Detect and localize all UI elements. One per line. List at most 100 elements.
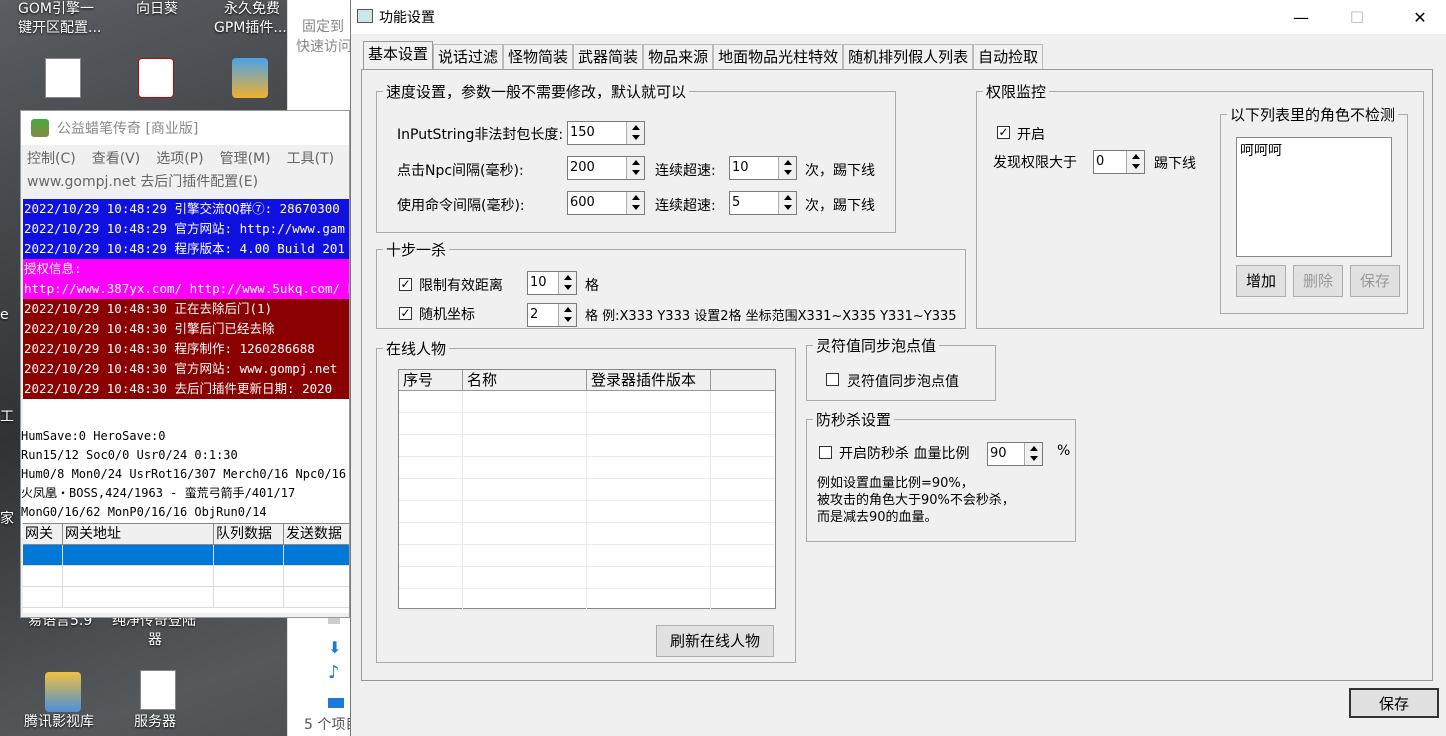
desktop-label[interactable]: 永久免费 [224, 0, 280, 19]
anti-kill-checkbox[interactable] [819, 446, 832, 459]
desktop-label[interactable]: 服务器 [134, 713, 176, 732]
gateway-header[interactable]: 网关 [23, 524, 63, 544]
lingfu-label: 灵符值同步泡点值 [847, 374, 959, 390]
stats-line: Run15/12 Soc0/0 Usr0/24 0:1:30 [21, 448, 238, 462]
menu-control[interactable]: 控制(C) [27, 148, 76, 168]
limit-distance-checkbox[interactable]: ✓ [399, 278, 412, 291]
table-row [399, 413, 775, 435]
desktop-label: 家 [0, 511, 14, 527]
tenstep-group-title: 十步一杀 [383, 239, 450, 260]
cmd-interval-spinbox[interactable]: 600 [567, 191, 645, 215]
menu-manage[interactable]: 管理(M) [220, 148, 271, 168]
dialog-titlebar[interactable]: 功能设置 — ☐ ✕ [351, 0, 1446, 34]
log-line: 2022/10/29 10:48:30 引擎后门已经去除 [23, 319, 349, 339]
tab-ground-effect[interactable]: 地面物品光柱特效 [713, 44, 844, 69]
minimize-button[interactable]: — [1278, 0, 1324, 34]
quick-access-label[interactable]: 快速访问 [296, 36, 352, 56]
perm-kick-label: 踢下线 [1154, 156, 1196, 172]
limit-distance-label: 限制有效距离 [419, 278, 503, 294]
refresh-online-button[interactable]: 刷新在线人物 [656, 625, 774, 657]
console-window: 公益蜡笔传奇 [商业版] 控制(C) 查看(V) 选项(P) 管理(M) 工具(… [20, 110, 350, 618]
plugin-config-menu[interactable]: www.gompj.net 去后门插件配置(E) [21, 171, 349, 191]
exempt-list[interactable]: 呵呵呵 [1236, 137, 1392, 257]
table-row[interactable] [23, 587, 349, 608]
inputstring-label: InPutString非法封包长度: [397, 127, 564, 143]
log-line: 2022/10/29 10:48:30 去后门插件更新日期: 2020 [23, 379, 349, 399]
gateway-header[interactable]: 队列数据 [214, 524, 284, 544]
pin-label[interactable]: 固定到 [302, 16, 344, 36]
tab-chat-filter[interactable]: 说话过滤 [433, 44, 504, 69]
random-coord-checkbox[interactable]: ✓ [399, 307, 412, 320]
tab-weapon[interactable]: 武器简装 [573, 44, 644, 69]
gateway-header[interactable]: 网关地址 [63, 524, 214, 544]
save-button[interactable]: 保存 [1349, 688, 1439, 718]
desktop-label[interactable]: 向日葵 [136, 0, 178, 19]
online-header[interactable]: 登录器插件版本 [587, 370, 711, 390]
table-row[interactable] [23, 545, 349, 566]
perm-detect-spinbox[interactable]: 0 [1093, 150, 1145, 174]
menu-options[interactable]: 选项(P) [156, 148, 203, 168]
npc-interval-label: 点击Npc间隔(毫秒): [397, 163, 524, 179]
npc-over-spinbox[interactable]: 10 [729, 156, 797, 180]
online-group-title: 在线人物 [383, 338, 450, 359]
online-list[interactable]: 序号 名称 登录器插件版本 [398, 369, 776, 611]
video-icon [328, 698, 344, 708]
npc-interval-spinbox[interactable]: 200 [567, 156, 645, 180]
cmd-over-spinbox[interactable]: 5 [729, 191, 797, 215]
text-file-icon[interactable] [45, 58, 81, 98]
desktop-label[interactable]: 腾讯影视库 [24, 713, 94, 732]
table-row[interactable] [23, 566, 349, 587]
percent-label: % [1057, 443, 1071, 459]
delete-button[interactable]: 删除 [1293, 265, 1343, 297]
inputstring-spinbox[interactable]: 150 [567, 121, 645, 145]
random-coord-spinbox[interactable]: 2 [527, 303, 577, 327]
app-icon[interactable] [138, 58, 174, 98]
desktop-label[interactable]: GOM引擎一 [18, 0, 94, 19]
text-file-icon[interactable] [140, 670, 176, 710]
gateway-header[interactable]: 发送数据 [284, 524, 349, 544]
tab-monster[interactable]: 怪物简装 [503, 44, 574, 69]
lingfu-checkbox[interactable] [826, 373, 839, 386]
menu-tools[interactable]: 工具(T) [287, 148, 334, 168]
table-row [399, 567, 775, 589]
online-group: 在线人物 序号 名称 登录器插件版本 刷新在线人物 [376, 338, 796, 663]
close-button[interactable]: ✕ [1397, 0, 1443, 34]
exempt-group: 以下列表里的角色不检测 呵呵呵 增加 删除 保存 [1220, 104, 1408, 314]
save-list-button[interactable]: 保存 [1350, 265, 1400, 297]
console-title: 公益蜡笔传奇 [商业版] [57, 121, 199, 137]
desktop-label[interactable]: 器 [148, 631, 162, 650]
shortcut-icon[interactable] [45, 672, 81, 712]
anti-kill-group-title: 防秒杀设置 [813, 409, 895, 430]
maximize-button[interactable]: ☐ [1334, 0, 1380, 34]
tab-basic[interactable]: 基本设置 [363, 41, 434, 69]
console-titlebar[interactable]: 公益蜡笔传奇 [商业版] [21, 111, 349, 145]
stats-line: HumSave:0 HeroSave:0 [21, 429, 166, 443]
list-item[interactable]: 呵呵呵 [1240, 140, 1388, 160]
table-row [399, 435, 775, 457]
archive-icon[interactable] [232, 58, 268, 98]
limit-unit-label: 格 [585, 278, 599, 294]
menu-view[interactable]: 查看(V) [92, 148, 141, 168]
tab-fake-players[interactable]: 随机排列假人列表 [843, 44, 974, 69]
lingfu-group-title: 灵符值同步泡点值 [813, 335, 940, 356]
table-row [399, 523, 775, 545]
dialog-title: 功能设置 [379, 10, 435, 26]
limit-distance-spinbox[interactable]: 10 [527, 271, 577, 295]
online-header[interactable]: 名称 [463, 370, 587, 390]
hp-ratio-spinbox[interactable]: 90 [987, 442, 1043, 466]
app-icon [31, 119, 49, 137]
settings-dialog: 功能设置 — ☐ ✕ 基本设置 说话过滤 怪物简装 武器简装 物品来源 地面物品… [350, 0, 1446, 736]
log-line: 授权信息: [23, 259, 349, 279]
desktop-label: 工 [0, 409, 14, 425]
online-header[interactable]: 序号 [399, 370, 463, 390]
tab-item-source[interactable]: 物品来源 [643, 44, 714, 69]
desktop-label[interactable]: GPM插件... [214, 19, 287, 38]
music-icon: ♪ [328, 662, 340, 683]
tab-auto-pickup[interactable]: 自动捡取 [973, 44, 1044, 69]
perm-enable-checkbox[interactable]: ✓ [997, 126, 1010, 139]
anti-kill-group: 防秒杀设置 开启防秒杀 血量比例 90 % 例如设置血量比例=90%， 被攻击的… [806, 409, 1076, 542]
table-row [399, 479, 775, 501]
add-button[interactable]: 增加 [1236, 265, 1286, 297]
speed-group-title: 速度设置，参数一般不需要修改，默认就可以 [383, 81, 690, 102]
desktop-label[interactable]: 键开区配置... [18, 19, 101, 38]
